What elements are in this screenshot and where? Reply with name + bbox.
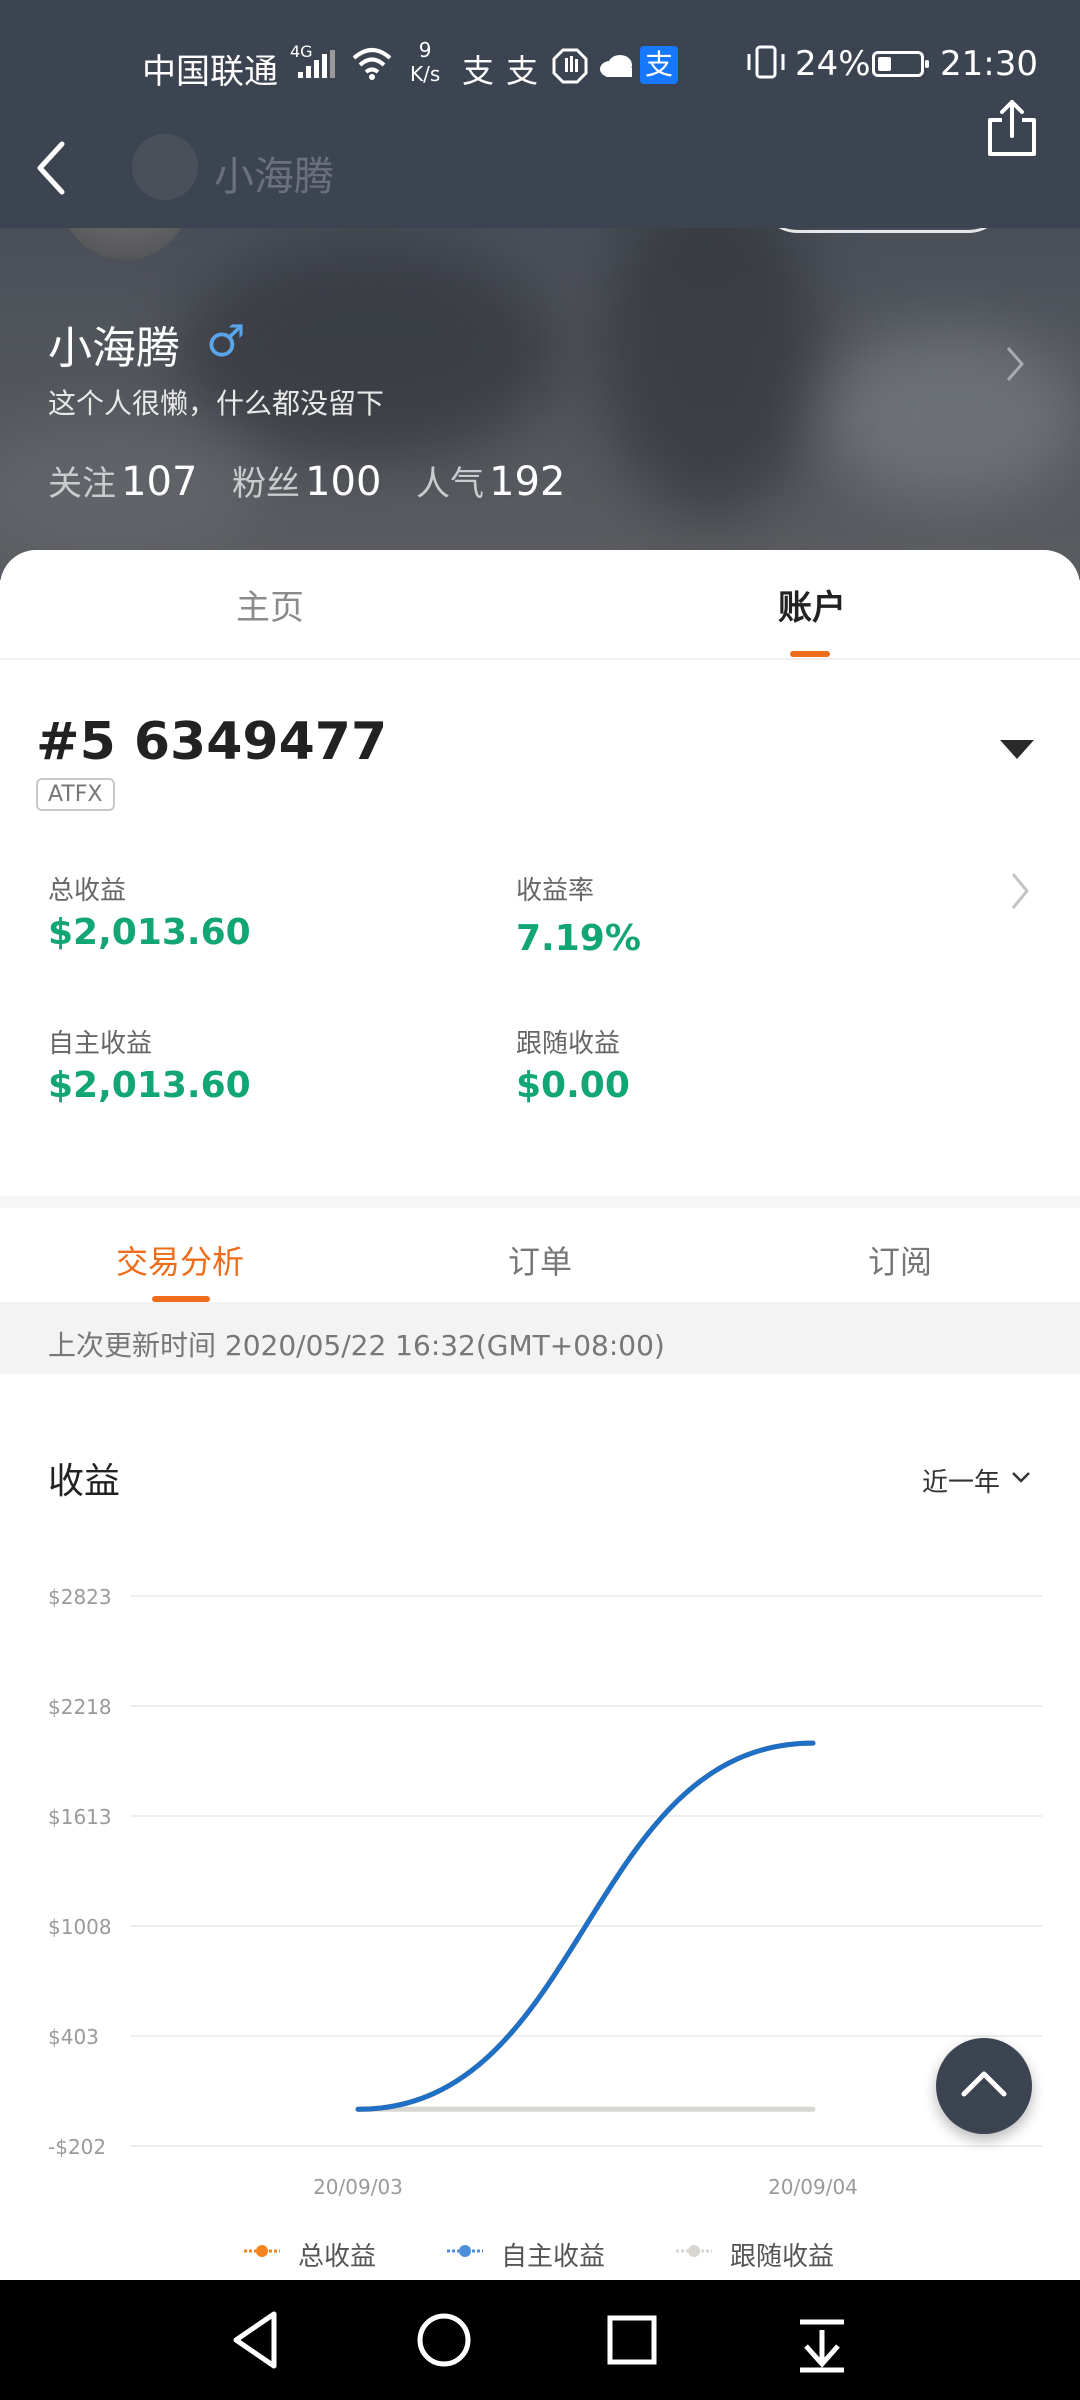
stat-value: 100 [305,459,382,505]
y-tick-label: $2218 [48,1695,112,1719]
square-recents-icon[interactable] [592,2300,672,2380]
triangle-back-icon[interactable] [216,2300,296,2380]
down-arrow-menu-icon[interactable] [782,2300,862,2380]
network-speed-value: 9 [418,38,432,62]
own-profit-value: $2,013.60 [48,1065,251,1106]
legend-total[interactable]: 总收益 [298,2236,376,2273]
subtab-subscriptions[interactable]: 订阅 [868,1237,932,1283]
signal-icon [298,50,335,78]
system-nav-bar [0,2280,1080,2400]
x-tick-label: 20/09/03 [313,2175,403,2199]
stat-popularity: 人气 192 [416,456,565,505]
chevron-down-icon[interactable] [1010,1466,1032,1488]
divider [0,658,1080,660]
stat-label: 粉丝 [232,464,300,504]
follow-profit-label: 跟随收益 [516,1029,621,1059]
chevron-right-icon[interactable] [1000,340,1030,388]
circle-home-icon[interactable] [404,2300,484,2380]
profit-rate-value: 7.19% [516,918,641,959]
network-speed: 9 K/s [410,38,440,86]
stat-label: 关注 [48,464,116,504]
y-tick-label: $2823 [48,1585,112,1609]
wifi-icon [352,48,392,80]
legend-dot-own [447,2245,483,2257]
alipay-notification-icon: 支 [506,52,539,90]
y-tick-label: $1008 [48,1915,112,1939]
stat-value: 192 [489,459,566,505]
tab-indicator [790,651,830,657]
top-bar-avatar [132,134,198,200]
legend-dot-total [244,2245,280,2257]
stat-value: 107 [121,459,198,505]
chevron-right-icon[interactable] [1005,868,1035,914]
tab-home[interactable]: 主页 [236,580,304,629]
network-speed-unit: K/s [410,62,441,86]
account-number: #5 6349477 [36,712,388,772]
own-profit-label: 自主收益 [48,1029,153,1059]
subtab-trade-analysis[interactable]: 交易分析 [116,1237,244,1283]
broker-tag: ATFX [36,778,115,811]
vibrate-icon [747,45,785,79]
section-divider [0,1196,1080,1208]
share-icon[interactable] [986,98,1038,158]
legend-own[interactable]: 自主收益 [501,2236,605,2273]
y-tick-label: -$202 [48,2135,106,2159]
dropdown-triangle-icon[interactable] [1000,740,1034,759]
subtab-orders[interactable]: 订单 [508,1237,572,1283]
top-bar-title: 小海腾 [214,154,334,200]
alipay-notification-icon: 支 [462,52,495,90]
legend-dot-follow [676,2245,712,2257]
clock: 21:30 [940,44,1038,84]
legend-follow[interactable]: 跟随收益 [730,2236,834,2273]
profile-name: 小海腾 [48,323,180,374]
follow-profit-value: $0.00 [516,1065,630,1106]
male-gender-icon: ♂ [206,316,246,367]
stop-hand-icon [552,48,588,84]
total-profit-value: $2,013.60 [48,912,251,953]
tab-account[interactable]: 账户 [778,580,846,629]
battery-percent: 24% [795,44,871,84]
alipay-app-icon: 支 [640,46,678,84]
total-profit-label: 总收益 [48,876,127,906]
profit-line-chart: $2823 $2218 $1613 $1008 $403 -$202 20/09/03 20/… [48,1585,1042,2199]
stat-label: 人气 [416,464,484,504]
profit-rate-label: 收益率 [516,876,595,906]
y-tick-label: $1613 [48,1805,112,1829]
stat-fans[interactable]: 粉丝 100 [232,456,381,505]
stat-following[interactable]: 关注 107 [48,456,197,505]
battery-icon [872,51,929,77]
cloud-icon [600,55,632,77]
profile-signature: 这个人很懒，什么都没留下 [48,387,385,420]
chart-title: 收益 [48,1461,121,1502]
carrier-name: 中国联通 [142,52,278,92]
y-tick-label: $403 [48,2025,99,2049]
range-select[interactable]: 近一年 [922,1462,1000,1499]
chevron-left-icon[interactable] [30,138,74,198]
chevron-up-icon [961,2071,1007,2097]
scroll-to-top-button[interactable] [936,2038,1032,2134]
last-update-text: 上次更新时间 2020/05/22 16:32(GMT+08:00) [48,1329,665,1362]
x-tick-label: 20/09/04 [768,2175,858,2199]
